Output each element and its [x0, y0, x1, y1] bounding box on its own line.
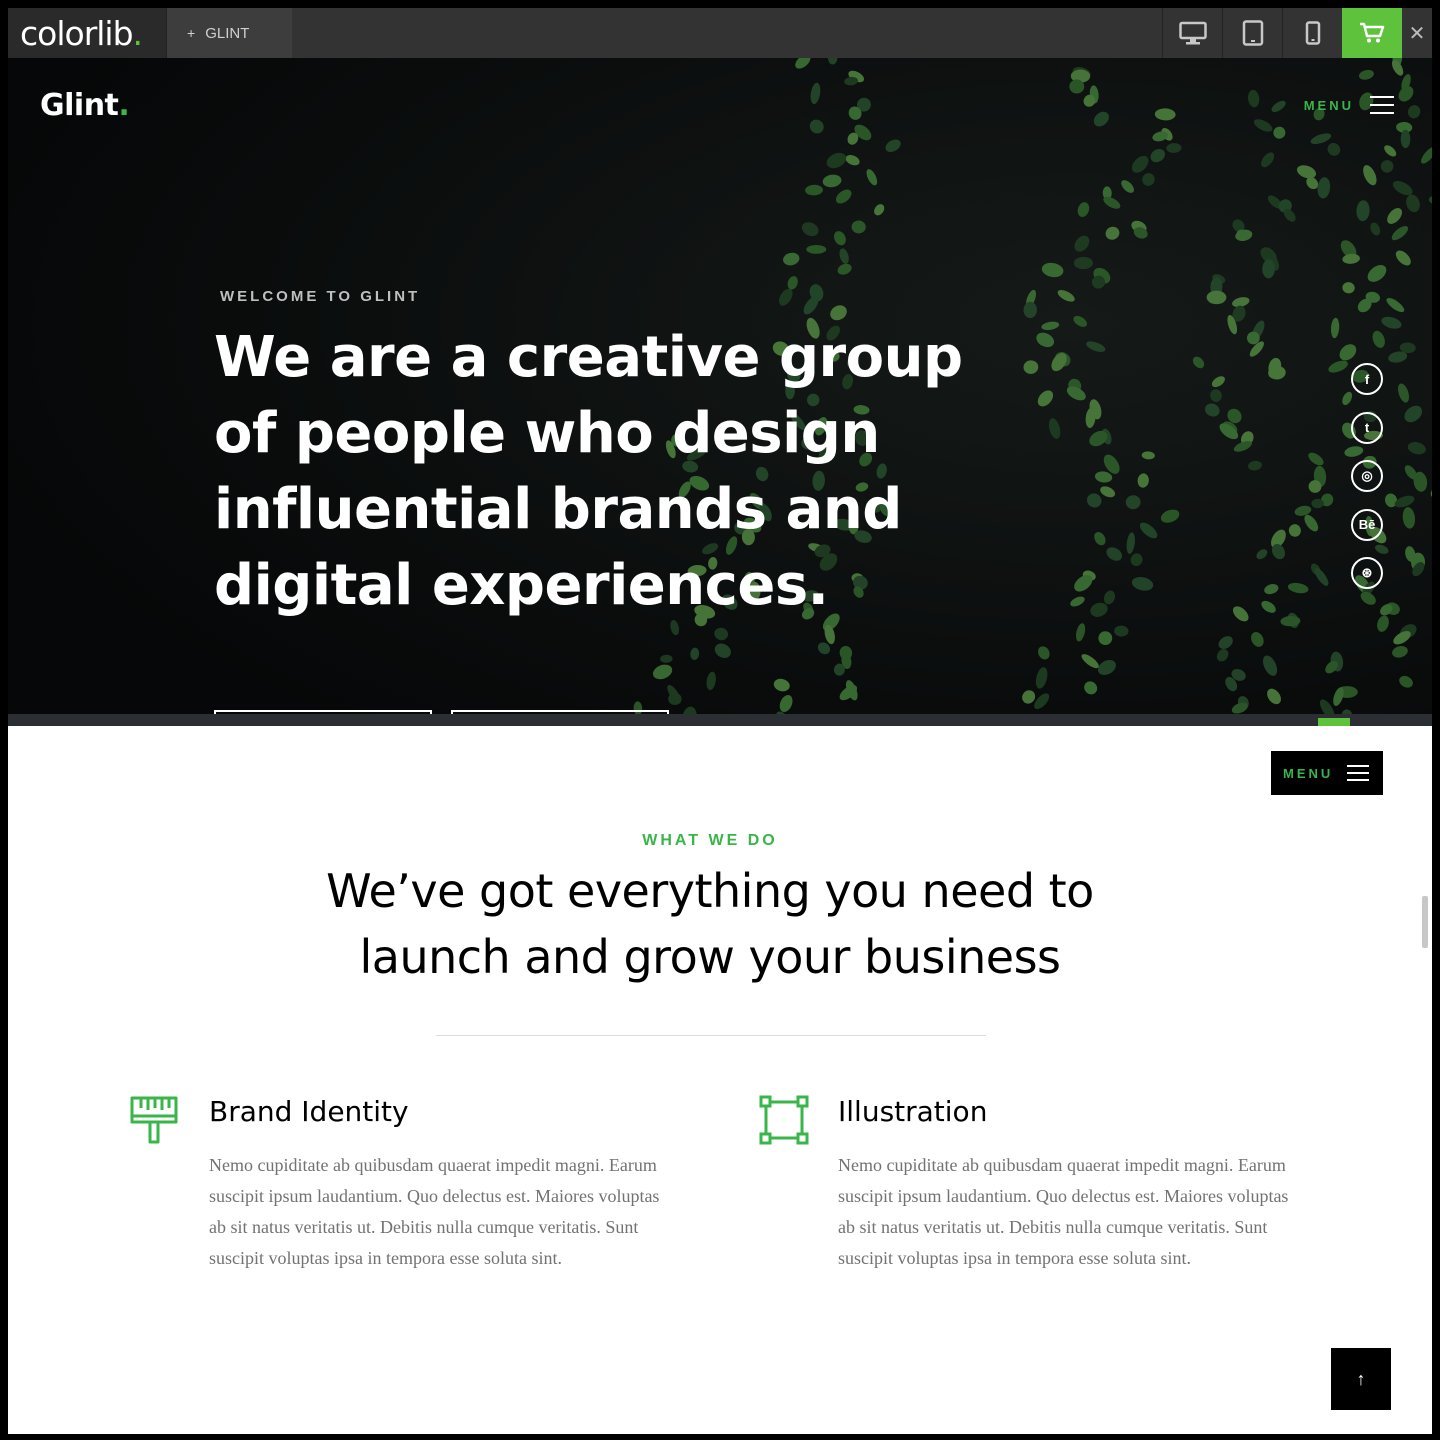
cart-icon: [1360, 22, 1385, 43]
twitter-icon[interactable]: t: [1351, 411, 1383, 444]
scrollbar-thumb[interactable]: [1422, 896, 1428, 948]
hamburger-icon: [1347, 760, 1370, 786]
service-title: Brand Identity: [209, 1095, 409, 1128]
ivy-leaf: [1311, 498, 1324, 509]
glint-logo[interactable]: Glint.: [40, 88, 130, 123]
section-divider: [436, 1035, 986, 1036]
mobile-view-button[interactable]: [1282, 8, 1342, 58]
vector-square-icon: [759, 1095, 809, 1145]
overlapping-toolbar-strip: [8, 714, 1432, 726]
services-section: MENU WHAT WE DO We’ve got everything you…: [8, 726, 1432, 1434]
close-preview-button[interactable]: ✕: [1402, 8, 1432, 58]
tablet-view-button[interactable]: [1222, 8, 1282, 58]
template-tab-label: GLINT: [205, 24, 250, 42]
instagram-icon[interactable]: ◎: [1351, 460, 1383, 492]
headline-line: influential brands and: [214, 477, 902, 542]
section-eyebrow: WHAT WE DO: [642, 832, 778, 849]
behance-icon[interactable]: Bē: [1351, 508, 1383, 541]
colorlib-logo[interactable]: colorlib.: [8, 8, 166, 58]
glint-logo-text: Glint: [40, 88, 119, 123]
service-item: Brand Identity Nemo cupiditate ab quibus…: [130, 1094, 669, 1274]
ivy-leaf: [1206, 290, 1227, 305]
headline-line: We are a creative group: [214, 325, 963, 390]
plus-icon: +: [187, 25, 196, 41]
hamburger-icon: [1370, 90, 1394, 120]
service-title: Illustration: [838, 1095, 988, 1128]
title-line: launch and grow your business: [359, 930, 1061, 984]
facebook-icon[interactable]: f: [1351, 363, 1383, 395]
colorlib-logo-text: colorlib: [20, 13, 134, 53]
desktop-view-button[interactable]: [1162, 8, 1222, 58]
hero-headline: We are a creative group of people who de…: [214, 320, 974, 624]
dribbble-icon[interactable]: ⊛: [1351, 557, 1383, 589]
hero-eyebrow: WELCOME TO GLINT: [220, 288, 421, 305]
buy-button[interactable]: [1342, 8, 1402, 58]
preview-toolbar: colorlib. + GLINT ✕: [8, 8, 1432, 58]
colorlib-logo-dot: .: [132, 13, 143, 53]
mobile-icon: [1305, 21, 1320, 45]
template-tab[interactable]: + GLINT: [166, 8, 292, 58]
title-line: We’ve got everything you need to: [326, 864, 1094, 918]
hero-menu-toggle[interactable]: MENU: [1304, 90, 1394, 120]
sticky-menu-toggle[interactable]: MENU: [1271, 751, 1383, 795]
ivy-leaf: [806, 245, 827, 254]
service-description: Nemo cupiditate ab quibusdam quaerat imp…: [838, 1155, 1289, 1268]
ivy-leaf: [1400, 129, 1411, 149]
hero-section: Glint. MENU WELCOME TO GLINT We are a cr…: [8, 58, 1432, 722]
back-to-top-button[interactable]: ↑: [1331, 1348, 1391, 1410]
browser-frame: colorlib. + GLINT ✕ Glint. MENU WELCOME …: [8, 8, 1432, 1434]
glint-logo-dot: .: [118, 88, 130, 123]
menu-label: MENU: [1303, 97, 1354, 113]
close-icon: ✕: [1408, 22, 1426, 45]
paint-brush-icon: [130, 1096, 178, 1144]
social-links: f t ◎ Bē ⊛: [1351, 363, 1383, 606]
service-item: Illustration Nemo cupiditate ab quibusda…: [759, 1094, 1298, 1274]
section-title: We’ve got everything you need to launch …: [238, 858, 1182, 990]
arrow-up-icon: ↑: [1356, 1368, 1366, 1389]
tablet-icon: [1242, 20, 1263, 46]
headline-line: of people who design: [214, 401, 880, 466]
service-description: Nemo cupiditate ab quibusdam quaerat imp…: [209, 1155, 660, 1268]
ivy-leaf: [1073, 256, 1093, 270]
desktop-icon: [1178, 21, 1207, 45]
menu-label: MENU: [1283, 765, 1334, 781]
headline-line: digital experiences.: [214, 553, 829, 618]
